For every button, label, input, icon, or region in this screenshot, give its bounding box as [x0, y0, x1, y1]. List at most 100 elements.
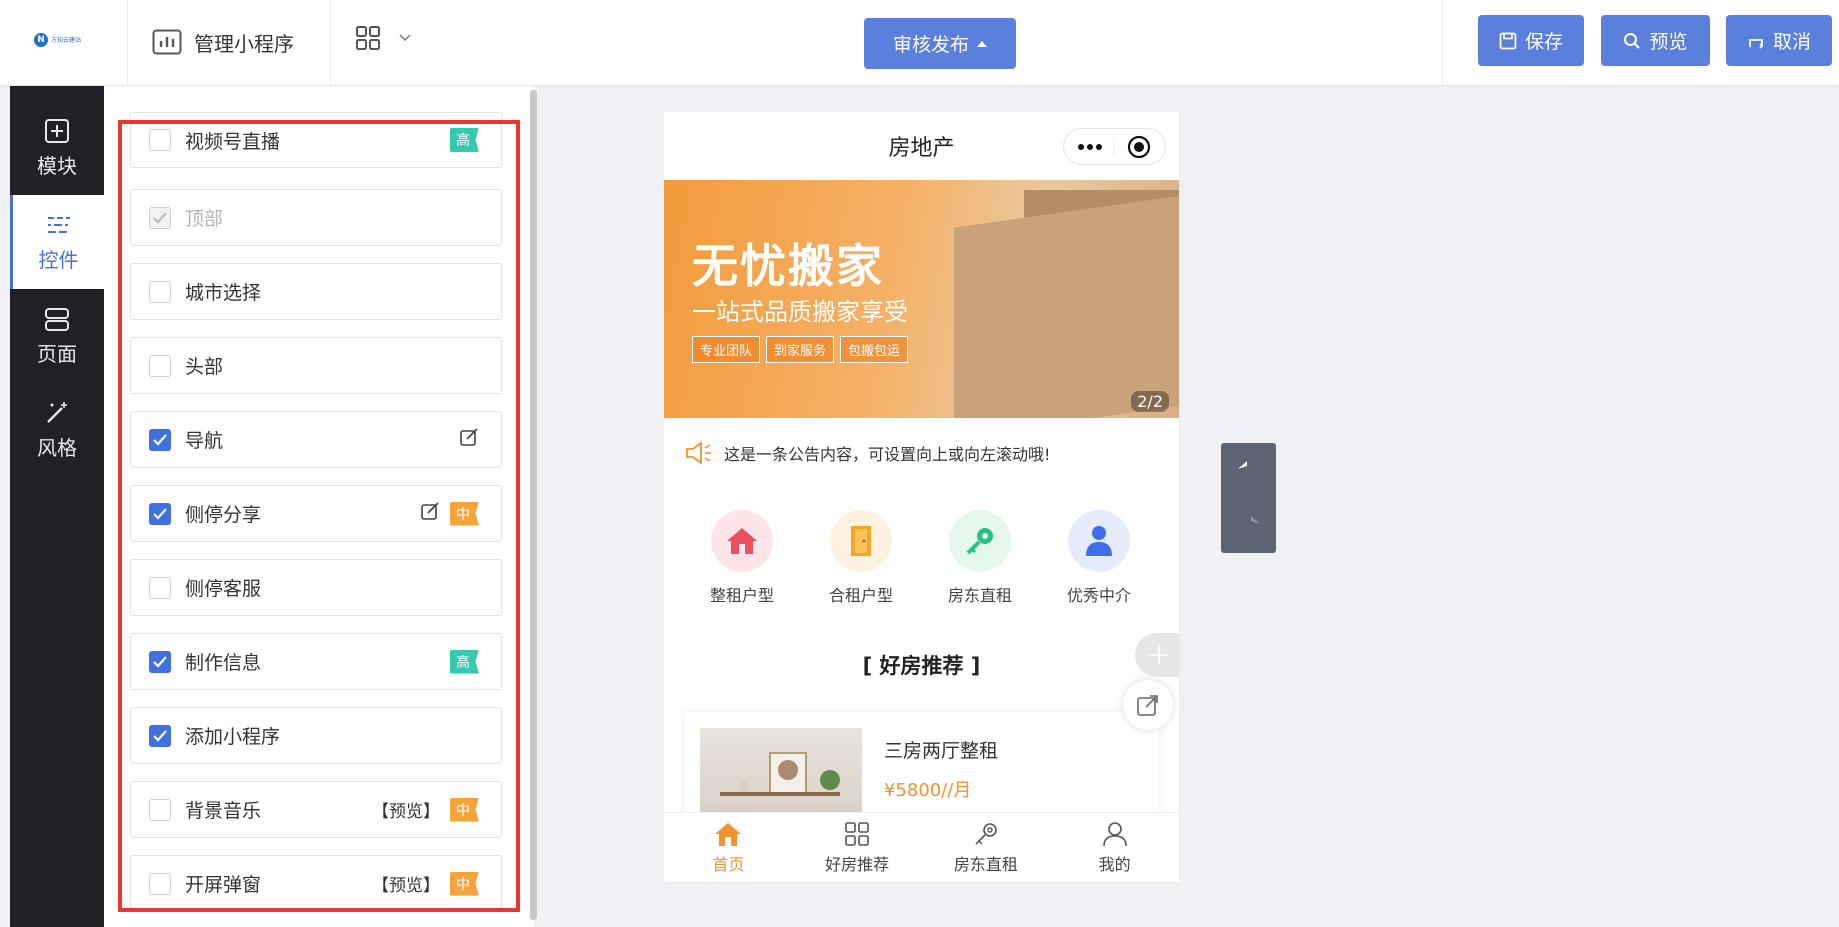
- preview-button[interactable]: 预览: [1601, 15, 1710, 66]
- control-label: 顶部: [185, 208, 224, 230]
- check-icon: [153, 507, 167, 520]
- category-whole-rent[interactable]: 整租户型: [692, 510, 792, 606]
- control-item[interactable]: 导航: [130, 411, 502, 468]
- nav-item-controls[interactable]: 控件: [10, 195, 104, 289]
- checkbox[interactable]: [149, 129, 171, 151]
- nav-item-modules[interactable]: 模块: [10, 101, 104, 195]
- save-label: 保存: [1524, 31, 1563, 53]
- house-name: 三房两厅整租: [884, 740, 999, 762]
- agent-icon: [1068, 510, 1130, 572]
- control-actions: 中: [420, 501, 479, 526]
- logo: N 方知云建站: [34, 30, 86, 50]
- control-label: 头部: [185, 356, 224, 378]
- sliders-icon: [47, 216, 70, 233]
- publish-button[interactable]: 审核发布: [864, 18, 1016, 69]
- checkbox[interactable]: [149, 576, 171, 599]
- preview-link[interactable]: 【预览】: [372, 871, 440, 896]
- plus-square-icon: [45, 118, 69, 143]
- cancel-button[interactable]: 取消: [1726, 15, 1832, 66]
- panel-scrollbar[interactable]: [530, 90, 537, 920]
- undo-button[interactable]: [1221, 443, 1276, 498]
- preview-label: 预览: [1649, 31, 1688, 53]
- control-item[interactable]: 城市选择: [130, 263, 502, 320]
- control-item[interactable]: 背景音乐 【预览】中: [130, 781, 502, 838]
- control-item[interactable]: 视频号直播 高: [130, 112, 502, 168]
- key-icon: [949, 510, 1011, 572]
- control-label: 添加小程序: [185, 726, 281, 748]
- control-label: 视频号直播: [185, 130, 281, 153]
- manage-miniprogram-button[interactable]: 管理小程序: [152, 26, 294, 58]
- nav-label: 控件: [38, 247, 79, 272]
- nav-item-style[interactable]: 风格: [10, 383, 104, 477]
- banner[interactable]: 无忧搬家 一站式品质搬家享受 专业团队 到家服务 包搬包运 2/2: [664, 180, 1179, 418]
- category-shared-rent[interactable]: 合租户型: [811, 510, 911, 606]
- control-actions: 【预览】中: [372, 871, 479, 896]
- divider: [127, 0, 128, 86]
- edit-icon[interactable]: [459, 427, 479, 452]
- house-price: ¥5800//月: [884, 780, 972, 801]
- tab-landlord[interactable]: 房东直租: [922, 813, 1051, 882]
- checkbox[interactable]: [149, 798, 171, 821]
- control-item[interactable]: 制作信息 高: [130, 633, 502, 690]
- speaker-icon: [686, 441, 711, 465]
- grid-icon: [845, 821, 869, 846]
- category-label: 合租户型: [828, 586, 893, 605]
- control-label: 背景音乐: [185, 800, 262, 822]
- checkbox[interactable]: [149, 502, 171, 525]
- apps-dropdown[interactable]: [356, 26, 412, 50]
- banner-box: [954, 192, 1179, 418]
- more-icon: [1078, 137, 1114, 156]
- tab-mine[interactable]: 我的: [1050, 813, 1179, 882]
- drag-handle[interactable]: [1135, 633, 1179, 677]
- mini-program-capsule[interactable]: [1063, 128, 1166, 165]
- logo-mark-icon: N: [34, 33, 48, 47]
- checkbox[interactable]: [149, 280, 171, 303]
- close-target-icon: [1127, 135, 1151, 158]
- notice-text: 这是一条公告内容，可设置向上或向左滚动哦!: [724, 445, 1051, 464]
- edit-icon[interactable]: [420, 501, 440, 526]
- redo-icon: [1250, 515, 1260, 524]
- category-landlord-rent[interactable]: 房东直租: [930, 510, 1030, 606]
- save-icon: [1499, 32, 1517, 49]
- checkbox: [149, 206, 171, 229]
- checkbox[interactable]: [149, 354, 171, 377]
- control-item[interactable]: 添加小程序: [130, 707, 502, 764]
- save-button[interactable]: 保存: [1478, 15, 1584, 66]
- preview-link[interactable]: 【预览】: [372, 797, 440, 822]
- control-item[interactable]: 顶部: [130, 189, 502, 246]
- house-icon: [711, 510, 773, 572]
- control-item[interactable]: 侧停分享 中: [130, 485, 502, 542]
- control-label: 制作信息: [185, 652, 262, 674]
- category-label: 整租户型: [709, 586, 774, 605]
- category-agent[interactable]: 优秀中介: [1049, 510, 1149, 606]
- control-actions: 【预览】中: [372, 797, 479, 822]
- door-icon: [830, 510, 892, 572]
- banner-tag: 包搬包运: [840, 336, 909, 363]
- check-icon: [153, 211, 167, 224]
- control-label: 侧停分享: [185, 504, 262, 526]
- checkbox[interactable]: [149, 650, 171, 673]
- search-icon: [1624, 32, 1641, 49]
- check-icon: [153, 433, 167, 446]
- checkbox[interactable]: [149, 428, 171, 451]
- redo-button[interactable]: [1221, 498, 1276, 553]
- divider: [1442, 0, 1443, 86]
- banner-subtitle: 一站式品质搬家享受: [692, 298, 908, 326]
- notice-bar: 这是一条公告内容，可设置向上或向左滚动哦!: [684, 440, 1050, 466]
- left-nav: 模块 控件 页面 风格: [10, 86, 104, 927]
- tab-label: 我的: [1098, 854, 1131, 874]
- history-panel: [1221, 443, 1276, 553]
- control-item[interactable]: 侧停客服: [130, 559, 502, 616]
- checkbox[interactable]: [149, 872, 171, 895]
- tab-label: 好房推荐: [825, 854, 890, 874]
- checkbox[interactable]: [149, 724, 171, 747]
- control-item[interactable]: 头部: [130, 337, 502, 394]
- manage-label: 管理小程序: [194, 31, 294, 56]
- tab-home[interactable]: 首页: [664, 813, 793, 882]
- banner-tag: 专业团队: [692, 336, 761, 363]
- undo-icon: [1237, 460, 1247, 469]
- control-item[interactable]: 开屏弹窗 【预览】中: [130, 855, 502, 912]
- tab-recommend[interactable]: 好房推荐: [793, 813, 922, 882]
- share-float-button[interactable]: [1123, 680, 1173, 730]
- nav-item-pages[interactable]: 页面: [10, 289, 104, 383]
